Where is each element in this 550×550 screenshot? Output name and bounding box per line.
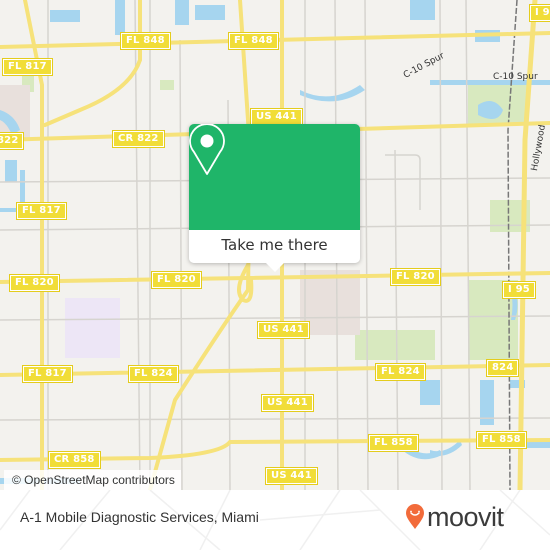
road-shield: FL 817	[2, 58, 53, 76]
brand-name: moovit	[427, 501, 504, 532]
map-pin-icon	[189, 124, 225, 175]
popup-header	[189, 124, 360, 230]
road-shield: CR 822	[112, 130, 165, 148]
road-shield: FL 848	[228, 32, 279, 50]
place-name: A-1 Mobile Diagnostic Services, Miami	[20, 509, 259, 525]
road-shield: US 441	[250, 108, 303, 126]
road-shield: US 441	[265, 467, 318, 485]
road-shield: FL 858	[476, 431, 527, 449]
map-view[interactable]: FL 848 FL 848 FL 817 CR 822 822 US 441 F…	[0, 0, 550, 490]
road-shield: CR 858	[48, 451, 101, 469]
moovit-logo[interactable]: moovit	[405, 502, 504, 532]
road-shield: FL 820	[9, 274, 60, 292]
road-shield: FL 824	[375, 363, 426, 381]
moovit-pin-icon	[406, 504, 424, 529]
road-shield: US 441	[261, 394, 314, 412]
road-shield: US 441	[257, 321, 310, 339]
road-shield: FL 817	[22, 365, 73, 383]
popup-pointer	[265, 262, 285, 272]
footer-bar: A-1 Mobile Diagnostic Services, Miami mo…	[0, 490, 550, 550]
map-attribution[interactable]: © OpenStreetMap contributors	[4, 470, 181, 490]
road-shield: I 95	[502, 281, 536, 299]
location-popup: Take me there	[189, 124, 360, 272]
take-me-there-button[interactable]: Take me there	[189, 230, 360, 263]
road-shield: FL 817	[16, 202, 67, 220]
road-shield: FL 820	[151, 271, 202, 289]
road-shield: I 95	[529, 4, 550, 22]
road-shield: FL 824	[128, 365, 179, 383]
road-shield: FL 820	[390, 268, 441, 286]
road-shield: 822	[0, 132, 25, 150]
road-shield: 824	[485, 359, 520, 377]
waterway-label: C-10 Spur	[493, 72, 538, 82]
road-shield: FL 858	[368, 434, 419, 452]
road-shield: FL 848	[120, 32, 171, 50]
